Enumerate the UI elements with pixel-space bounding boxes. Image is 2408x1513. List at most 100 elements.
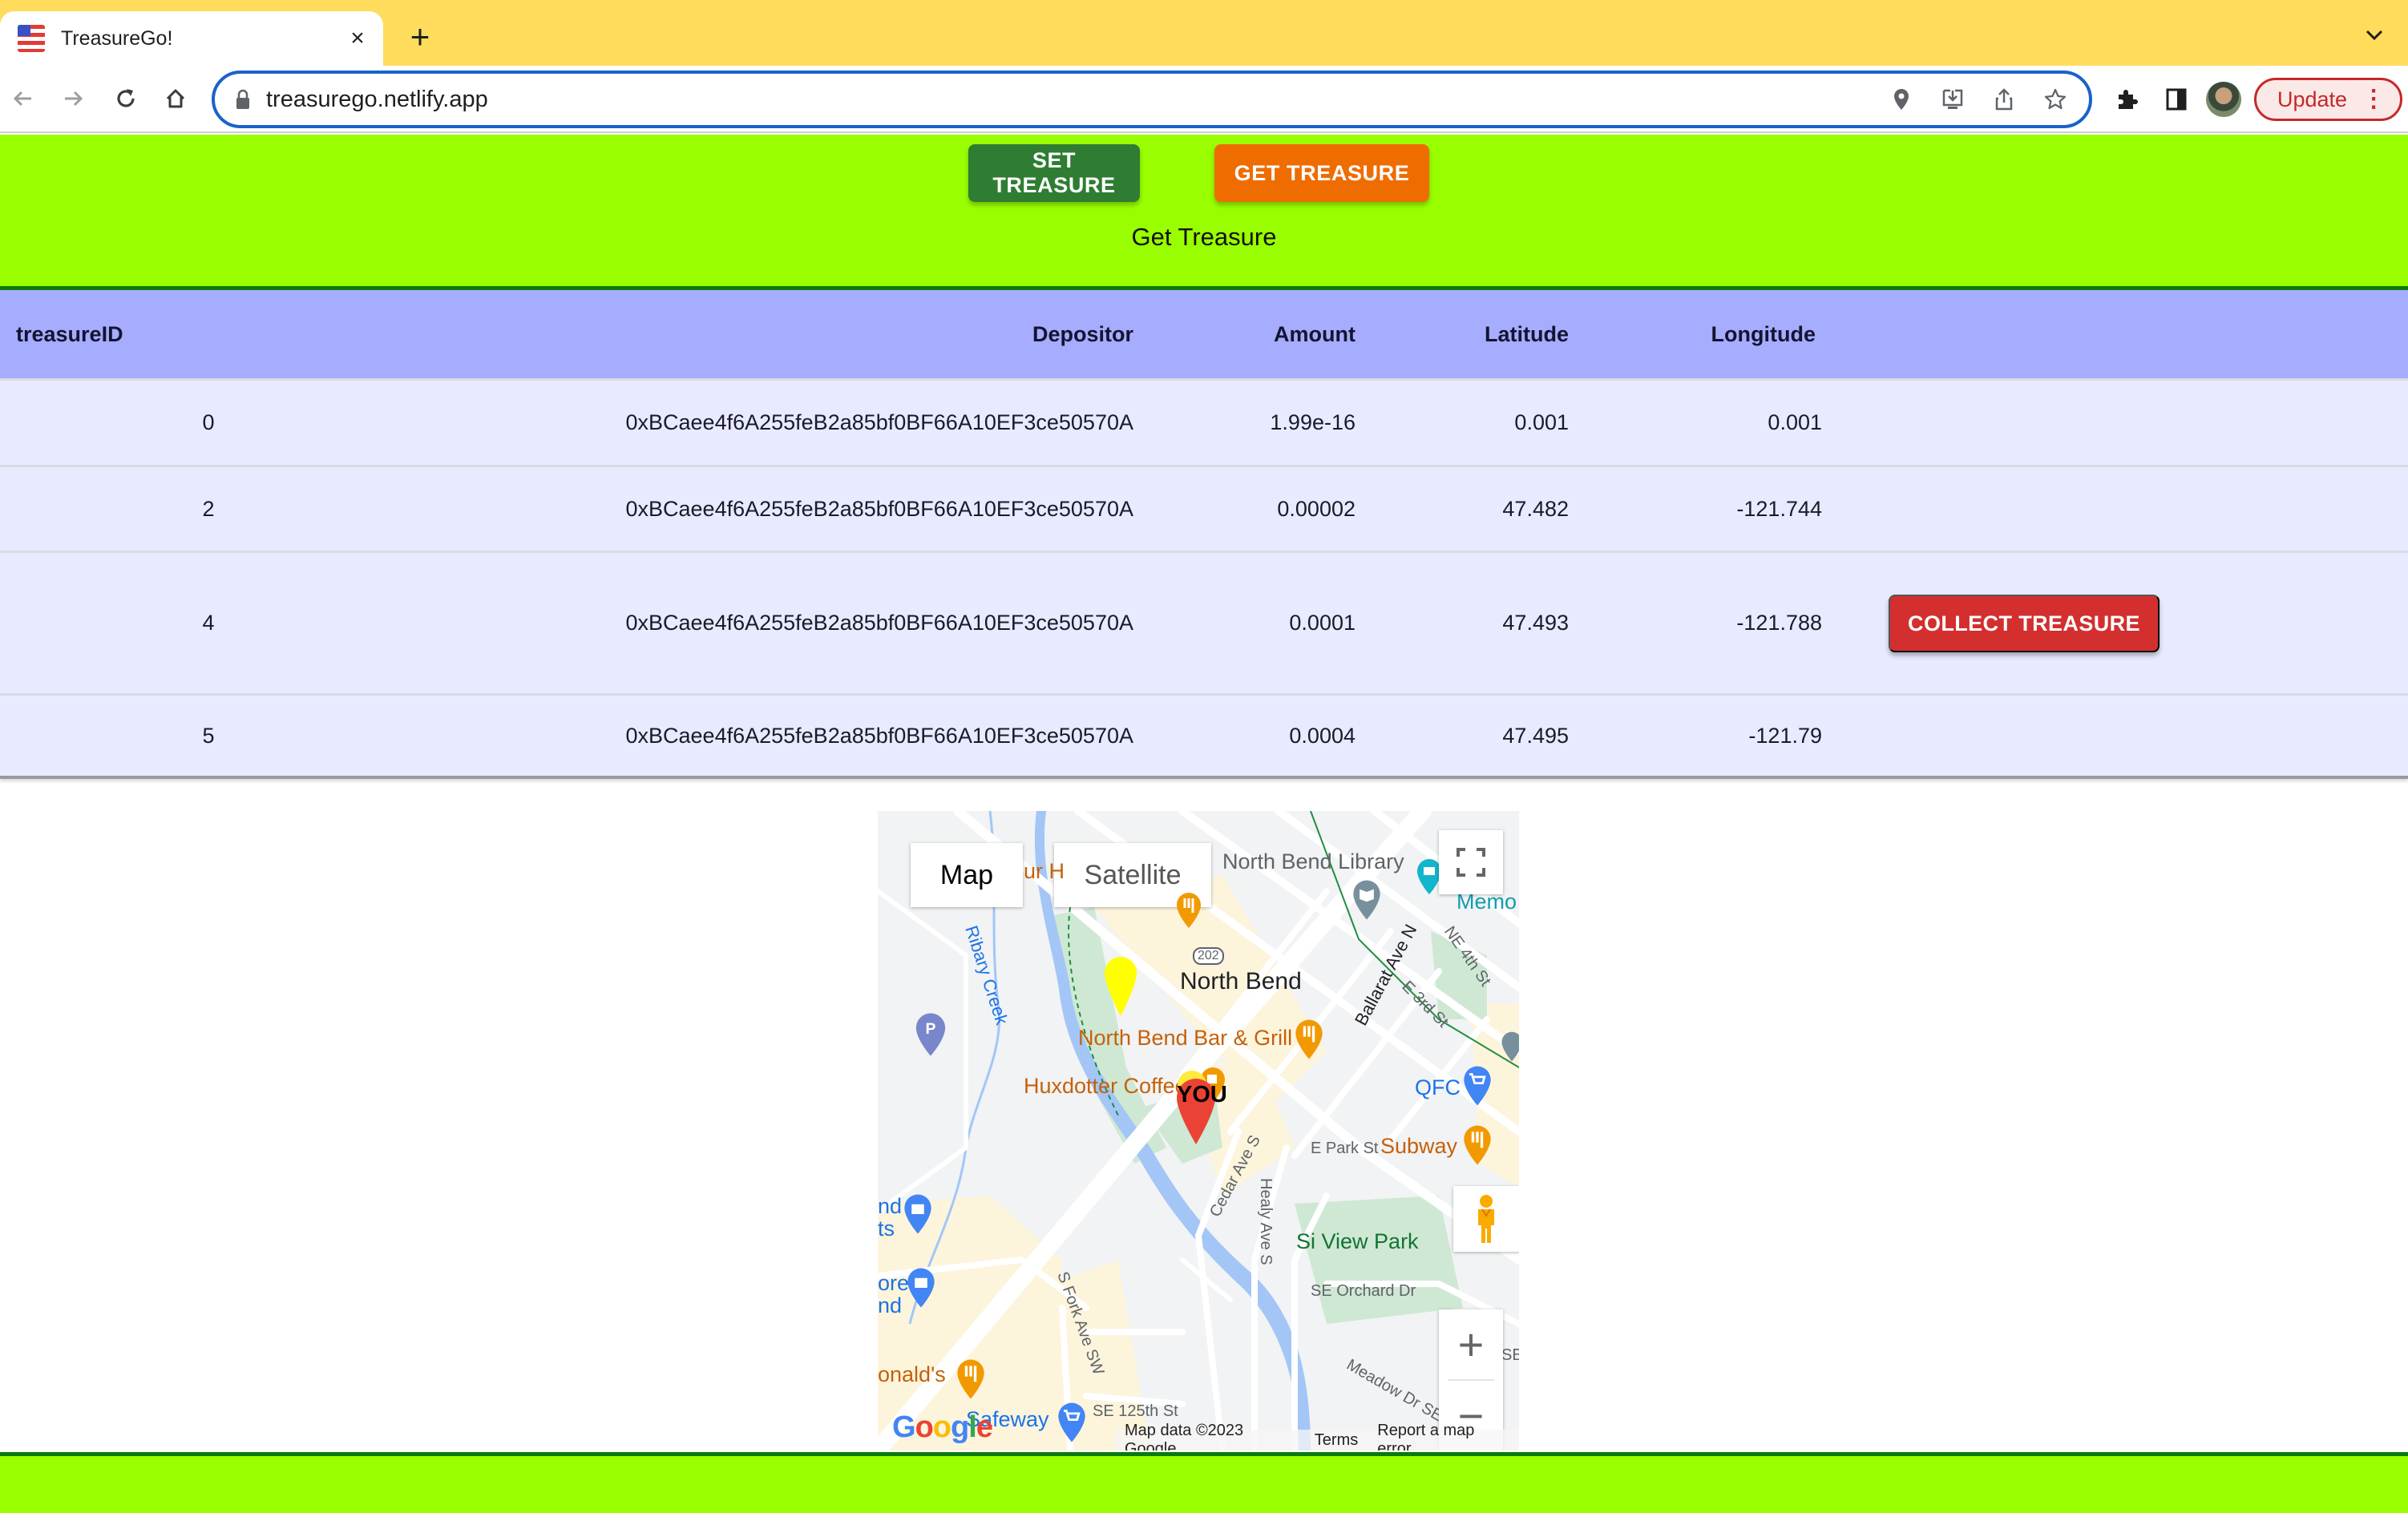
column-header-depositor: Depositor xyxy=(1032,321,1133,346)
location-pin-icon[interactable] xyxy=(1884,82,1919,117)
map-label-se-edge: SE xyxy=(1501,1346,1519,1364)
cell-treasure-id: 0 xyxy=(202,410,215,434)
cell-latitude: 47.493 xyxy=(1502,611,1569,635)
more-menu-icon[interactable]: ⋮ xyxy=(2362,87,2386,111)
street-view-pegman-button[interactable] xyxy=(1453,1186,1519,1252)
browser-tab-bar: TreasureGo! × + xyxy=(0,0,2408,66)
cell-longitude: -121.79 xyxy=(1748,723,1822,748)
shopping-cart-pin-icon[interactable] xyxy=(1461,1064,1493,1108)
column-header-amount: Amount xyxy=(1274,321,1356,346)
map-label-town: North Bend xyxy=(1180,968,1302,995)
profile-avatar[interactable] xyxy=(2206,82,2241,117)
fullscreen-button[interactable] xyxy=(1439,830,1503,894)
google-map[interactable]: Map Satellite ur H North Bend Library it… xyxy=(878,811,1519,1450)
page-subtitle: Get Treasure xyxy=(1131,223,1277,251)
column-header-latitude: Latitude xyxy=(1485,321,1569,346)
shopping-cart-pin-icon[interactable] xyxy=(1056,1401,1088,1444)
update-button[interactable]: Update ⋮ xyxy=(2254,78,2403,121)
svg-text:P: P xyxy=(926,1021,936,1038)
map-label-bar-grill[interactable]: North Bend Bar & Grill xyxy=(1078,1026,1292,1051)
tab-title: TreasureGo! xyxy=(61,26,173,50)
map-label-qfc[interactable]: QFC xyxy=(1415,1075,1461,1100)
cell-depositor: 0xBCaee4f6A255feB2a85bf0BF66A10EF3ce5057… xyxy=(625,496,1134,521)
cell-treasure-id: 2 xyxy=(202,496,215,521)
browser-toolbar: treasurego.netlify.app Update ⋮ xyxy=(0,66,2408,133)
forward-arrow-icon[interactable] xyxy=(55,80,91,117)
map-label-outlet-a1: nd xyxy=(878,1194,903,1218)
zoom-in-button[interactable]: + xyxy=(1439,1309,1503,1379)
shopping-bag-pin-icon[interactable] xyxy=(902,1192,934,1236)
app-header: SET TREASURE GET TREASURE Get Treasure xyxy=(0,135,2408,290)
cell-latitude: 0.001 xyxy=(1514,410,1569,434)
restaurant-pin-icon[interactable] xyxy=(1293,1018,1325,1061)
column-header-treasure-id: treasureID xyxy=(16,321,123,346)
cell-treasure-id: 5 xyxy=(202,723,215,748)
pegman-icon xyxy=(1478,1195,1494,1243)
map-label-coffee[interactable]: Huxdotter Coffee xyxy=(1024,1074,1187,1099)
cell-depositor: 0xBCaee4f6A255feB2a85bf0BF66A10EF3ce5057… xyxy=(625,611,1134,635)
parking-pin-icon[interactable]: P xyxy=(913,1011,948,1058)
reload-icon[interactable] xyxy=(107,80,144,117)
treasure-table: treasureID Depositor Amount Latitude Lon… xyxy=(0,290,2408,779)
set-treasure-button[interactable]: SET TREASURE xyxy=(968,144,1140,202)
map-label-partial: ur H xyxy=(1024,859,1065,883)
report-map-error-link[interactable]: Report a map error xyxy=(1368,1422,1519,1450)
update-label: Update xyxy=(2277,87,2348,111)
install-app-icon[interactable] xyxy=(1935,82,1970,117)
side-panel-icon[interactable] xyxy=(2156,79,2196,119)
table-row: 0 0xBCaee4f6A255feB2a85bf0BF66A10EF3ce50… xyxy=(0,381,2408,467)
url-text: treasurego.netlify.app xyxy=(266,86,488,112)
cell-depositor: 0xBCaee4f6A255feB2a85bf0BF66A10EF3ce5057… xyxy=(625,723,1134,748)
shopping-bag-pin-icon[interactable] xyxy=(905,1266,937,1309)
chevron-down-icon[interactable] xyxy=(2358,19,2390,51)
close-icon[interactable]: × xyxy=(341,22,374,54)
table-header-row: treasureID Depositor Amount Latitude Lon… xyxy=(0,290,2408,381)
map-label-library[interactable]: North Bend Library xyxy=(1222,849,1404,874)
map-data-text: Map data ©2023 Google xyxy=(1125,1422,1244,1450)
restaurant-pin-icon[interactable] xyxy=(1174,891,1203,930)
restaurant-pin-icon[interactable] xyxy=(1461,1124,1493,1167)
share-icon[interactable] xyxy=(1986,82,2022,117)
cell-amount: 1.99e-16 xyxy=(1270,410,1356,434)
table-row: 5 0xBCaee4f6A255feB2a85bf0BF66A10EF3ce50… xyxy=(0,696,2408,779)
treasure-marker-yellow-icon[interactable] xyxy=(1102,955,1139,1018)
browser-tab-active[interactable]: TreasureGo! × xyxy=(0,11,383,66)
cell-latitude: 47.495 xyxy=(1502,723,1569,748)
extensions-puzzle-icon[interactable] xyxy=(2107,79,2147,119)
map-label-mcdonalds[interactable]: onald's xyxy=(878,1362,946,1387)
get-treasure-button[interactable]: GET TREASURE xyxy=(1214,144,1429,202)
map-pin-partial-icon xyxy=(1501,1031,1519,1062)
flag-favicon-icon xyxy=(18,25,45,52)
map-label-orchard: SE Orchard Dr xyxy=(1311,1282,1416,1300)
column-header-longitude: Longitude xyxy=(1711,321,1816,346)
back-arrow-icon[interactable] xyxy=(5,80,42,117)
cell-amount: 0.00002 xyxy=(1277,496,1356,521)
map-type-map-button[interactable]: Map xyxy=(911,843,1023,907)
table-row: 2 0xBCaee4f6A255feB2a85bf0BF66A10EF3ce50… xyxy=(0,467,2408,553)
app-footer xyxy=(0,1452,2408,1513)
route-shield-202: 202 xyxy=(1193,947,1224,965)
map-label-e-park-st: E Park St xyxy=(1311,1140,1379,1157)
map-attribution: Map data ©2023 Google Terms Report a map… xyxy=(1115,1422,1519,1450)
library-pin-icon[interactable] xyxy=(1351,878,1383,922)
map-label-park[interactable]: Si View Park xyxy=(1296,1229,1419,1254)
cell-depositor: 0xBCaee4f6A255feB2a85bf0BF66A10EF3ce5057… xyxy=(625,410,1134,434)
map-label-outlet-a2: ts xyxy=(878,1216,895,1241)
cell-longitude: 0.001 xyxy=(1768,410,1822,434)
fullscreen-icon xyxy=(1457,848,1485,877)
collect-treasure-button[interactable]: COLLECT TREASURE xyxy=(1889,595,2160,652)
address-bar[interactable]: treasurego.netlify.app xyxy=(212,71,2092,128)
lock-icon xyxy=(236,89,249,109)
map-label-subway[interactable]: Subway xyxy=(1380,1134,1457,1159)
cell-amount: 0.0001 xyxy=(1289,611,1356,635)
map-label-outlet-b2: nd xyxy=(878,1293,903,1317)
cell-longitude: -121.788 xyxy=(1736,611,1822,635)
plus-icon[interactable]: + xyxy=(401,18,439,56)
google-logo[interactable]: Google xyxy=(892,1410,993,1445)
home-icon[interactable] xyxy=(157,80,194,117)
you-marker-label: YOU xyxy=(1177,1082,1227,1108)
restaurant-pin-icon[interactable] xyxy=(955,1358,987,1401)
bookmark-star-icon[interactable] xyxy=(2038,82,2073,117)
terms-link[interactable]: Terms xyxy=(1305,1431,1368,1450)
cell-latitude: 47.482 xyxy=(1502,496,1569,521)
